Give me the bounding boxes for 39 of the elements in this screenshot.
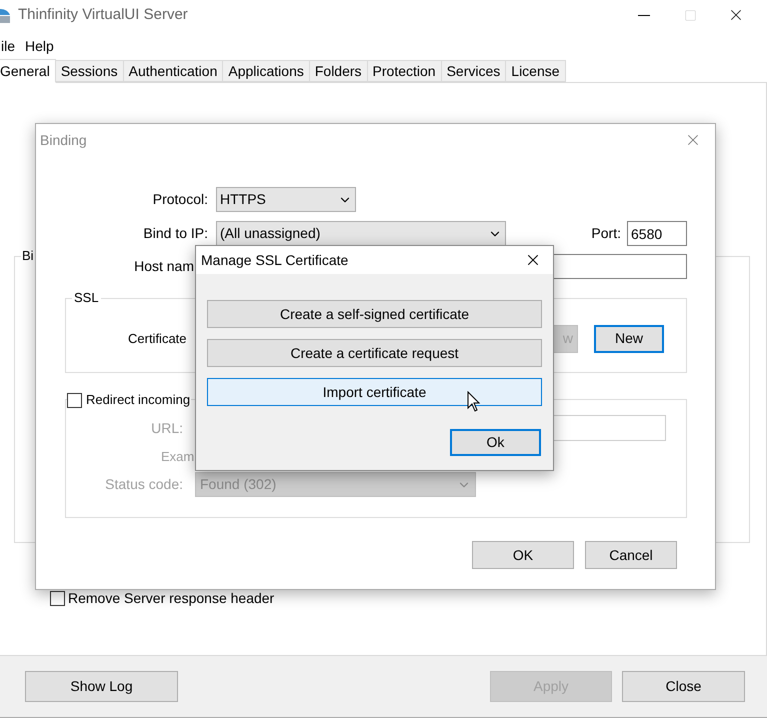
- tab[interactable]: Applications: [223, 60, 310, 82]
- field-label: Port:: [591, 224, 621, 243]
- dialog-button[interactable]: Cancel: [585, 541, 677, 569]
- footer-button[interactable]: Close: [622, 671, 745, 702]
- tab[interactable]: Authentication: [124, 60, 224, 82]
- ok-button[interactable]: Ok: [450, 429, 541, 456]
- menu-item[interactable]: Help: [20, 36, 59, 56]
- ip-dropdown[interactable]: (All unassigned): [216, 221, 506, 246]
- minimize-icon: [638, 14, 650, 16]
- tab[interactable]: Services: [442, 60, 506, 82]
- footer-button[interactable]: Show Log: [25, 671, 178, 702]
- field-label: URL:: [150, 418, 183, 438]
- checkbox[interactable]: [50, 591, 65, 606]
- tab[interactable]: Sessions: [56, 60, 124, 82]
- dialog-button[interactable]: OK: [472, 541, 574, 569]
- port-field[interactable]: 6580: [627, 221, 687, 246]
- maximize-icon: [684, 8, 696, 22]
- tab[interactable]: Folders: [310, 60, 368, 82]
- window-title: Thinfinity VirtualUI Server: [18, 4, 188, 25]
- example-text: Exam: [161, 448, 196, 466]
- menu-item[interactable]: ile: [0, 36, 20, 56]
- checkbox-label: Redirect incoming: [86, 392, 190, 408]
- new-button[interactable]: New: [594, 324, 664, 352]
- option-button[interactable]: Import certificate: [207, 378, 542, 406]
- cursor-icon: [467, 391, 481, 412]
- option-button[interactable]: Create a self-signed certificate: [207, 300, 542, 328]
- tab[interactable]: License: [506, 60, 566, 82]
- dialog-title: Manage SSL Certificate: [201, 250, 348, 270]
- checkbox-label: Remove Server response header: [68, 589, 274, 608]
- dialog-title: Binding: [40, 130, 87, 150]
- field-label: Status code:: [104, 475, 183, 494]
- tab[interactable]: Protection: [368, 60, 442, 82]
- option-button[interactable]: Create a certificate request: [207, 339, 542, 367]
- field-label: Bind to IP:: [142, 224, 208, 243]
- protocol-dropdown[interactable]: HTTPS: [216, 187, 356, 212]
- field-label: Host nam: [133, 257, 194, 276]
- tab[interactable]: General: [0, 59, 56, 83]
- field-label: Certificate: [128, 330, 187, 348]
- field-label: Protocol:: [152, 190, 208, 209]
